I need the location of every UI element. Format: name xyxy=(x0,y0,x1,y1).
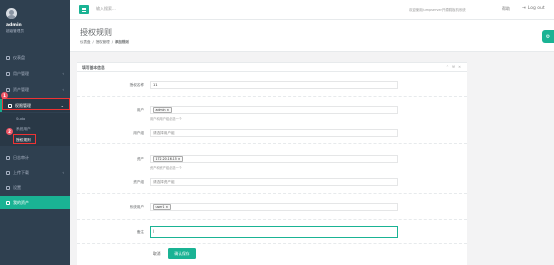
asset-group-select[interactable]: 请选择资产组 xyxy=(150,178,398,186)
breadcrumb: 仪表盘 / 授权管理 / 添加规则 xyxy=(80,40,129,45)
sidebar-item-settings[interactable]: 设置 xyxy=(0,181,70,194)
asset-select[interactable]: 172.20.16.15 × xyxy=(150,155,398,163)
chevron-left-icon: ‹ xyxy=(62,87,64,92)
sidebar-sub-label: 系统用户 xyxy=(16,127,31,131)
asset-help-text: 资产和资产组必选一个 xyxy=(150,166,182,170)
selected-tag: 172.20.16.15 × xyxy=(153,156,183,162)
panel-header: 填写基本信息 ⌃ ⚒ ✕ xyxy=(77,63,467,72)
top-navbar: 输入搜索... 欢迎使用Jumpserver开源跳板机系统 帮助 ⇥ Log o… xyxy=(70,0,554,20)
sidebar-item-label: 上传下载 xyxy=(13,169,29,175)
sidebar-item-transfer[interactable]: 上传下载 ‹ xyxy=(0,166,70,179)
profile: admin 超级管理员 xyxy=(0,0,70,46)
logs-icon xyxy=(6,155,10,160)
sidebar-item-label: 用户管理 xyxy=(13,70,29,76)
chevron-left-icon: ‹ xyxy=(62,170,64,175)
search-input[interactable]: 输入搜索... xyxy=(96,6,116,12)
upload-icon xyxy=(6,170,10,175)
page-heading: 授权规则 仪表盘 / 授权管理 / 添加规则 xyxy=(70,20,554,52)
breadcrumb-separator: / xyxy=(111,40,113,44)
logout-link[interactable]: ⇥ Log out xyxy=(522,6,545,11)
comment-textarea[interactable]: | xyxy=(150,226,398,238)
assets-icon xyxy=(6,87,10,92)
comment-label: 备注 xyxy=(136,230,144,234)
assets-icon xyxy=(6,200,10,205)
user-group-label: 用户组 xyxy=(133,131,144,135)
sidebar-item-logs[interactable]: 日志审计 xyxy=(0,151,70,164)
close-icon[interactable]: ✕ xyxy=(458,65,461,69)
wrench-icon[interactable]: ⚒ xyxy=(452,65,455,69)
sidebar-item-users[interactable]: 用户管理 ‹ xyxy=(0,67,70,80)
step-badge: 2 xyxy=(6,128,13,135)
comment-value: | xyxy=(153,229,155,233)
sidebar-item-label: 资产管理 xyxy=(13,86,29,92)
gear-icon: ⚙ xyxy=(545,33,551,40)
gear-icon xyxy=(6,185,10,190)
profile-role[interactable]: 超级管理员 xyxy=(6,29,70,34)
system-user-select[interactable]: user1 × xyxy=(150,203,398,211)
user-help-text: 用户和用户组必选一个 xyxy=(150,117,182,121)
settings-tool-button[interactable]: ⚙ xyxy=(542,30,554,43)
divider xyxy=(77,96,467,97)
user-group-select[interactable]: 请选择用户组 xyxy=(150,129,398,137)
tag-label: admin xyxy=(155,108,166,112)
breadcrumb-item[interactable]: 仪表盘 xyxy=(80,40,91,45)
asset-group-label: 资产组 xyxy=(133,180,144,184)
sidebar-item-label: 仪表盘 xyxy=(13,54,25,60)
welcome-text: 欢迎使用Jumpserver开源跳板机系统 xyxy=(409,8,466,12)
page-title: 授权规则 xyxy=(80,28,112,37)
submit-button[interactable]: 确认保存 xyxy=(168,248,196,259)
breadcrumb-current: 添加规则 xyxy=(114,40,129,44)
selected-tag: admin × xyxy=(153,107,172,113)
sidebar-sub-sudo[interactable]: Sudo xyxy=(0,113,70,124)
placeholder: 请选择用户组 xyxy=(153,130,175,135)
step-badge: 1 xyxy=(1,92,8,99)
dashboard-icon xyxy=(6,55,10,60)
breadcrumb-separator: / xyxy=(92,40,94,44)
user-select[interactable]: admin × xyxy=(150,106,398,114)
sidebar-item-dashboard[interactable]: 仪表盘 xyxy=(0,51,70,64)
logout-label: Log out xyxy=(527,6,545,11)
chevron-left-icon: ‹ xyxy=(62,71,64,76)
sidebar-item-label: 日志审计 xyxy=(13,154,29,160)
avatar[interactable] xyxy=(6,8,17,19)
divider xyxy=(77,143,467,144)
remove-tag-icon[interactable]: × xyxy=(165,205,168,209)
panel-tools: ⌃ ⚒ ✕ xyxy=(446,65,461,69)
selected-tag: user1 × xyxy=(153,204,171,210)
divider xyxy=(77,243,467,244)
divider xyxy=(77,219,467,220)
users-icon xyxy=(6,71,10,76)
tag-label: 172.20.16.15 xyxy=(155,157,177,161)
system-user-label: 系统用户 xyxy=(129,205,144,209)
panel-title: 填写基本信息 xyxy=(82,65,105,70)
breadcrumb-item[interactable]: 授权管理 xyxy=(96,40,110,45)
asset-label: 资产 xyxy=(136,157,144,161)
highlight-box xyxy=(2,98,70,110)
sidebar-item-label: 设置 xyxy=(13,184,21,190)
remove-tag-icon[interactable]: × xyxy=(167,108,170,112)
sign-out-icon: ⇥ xyxy=(522,6,526,11)
cancel-button[interactable]: 取消 xyxy=(153,251,161,257)
divider xyxy=(77,193,467,194)
collapse-icon[interactable]: ⌃ xyxy=(446,65,449,69)
sidebar-item-label: 我的资产 xyxy=(13,199,29,205)
user-label: 用户 xyxy=(136,108,144,112)
menu-toggle-button[interactable] xyxy=(79,5,89,14)
name-input[interactable]: 11 xyxy=(150,81,398,89)
name-label: 授权名称 xyxy=(129,83,144,87)
sidebar-item-assets[interactable]: 资产管理 ‹ xyxy=(0,83,70,96)
help-link[interactable]: 帮助 xyxy=(502,6,510,12)
tag-label: user1 xyxy=(155,205,165,209)
sidebar-item-my-assets[interactable]: 我的资产 xyxy=(0,196,70,209)
placeholder: 请选择资产组 xyxy=(153,179,175,184)
name-value: 11 xyxy=(153,83,158,87)
remove-tag-icon[interactable]: × xyxy=(178,157,181,161)
sidebar-sub-label: Sudo xyxy=(16,116,26,121)
profile-name: admin xyxy=(6,23,22,28)
highlight-box xyxy=(13,134,36,144)
